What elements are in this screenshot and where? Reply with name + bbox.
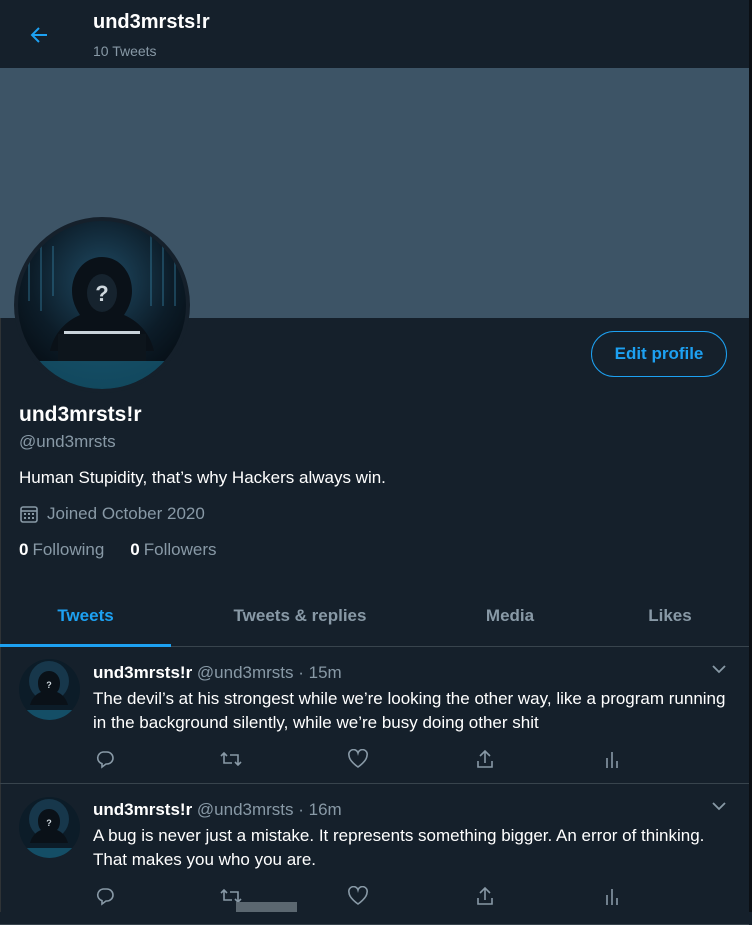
edit-profile-button[interactable]: Edit profile	[591, 331, 727, 377]
follow-stats: 0 Following 0 Followers	[19, 540, 217, 560]
horizontal-scrollbar[interactable]	[236, 902, 297, 912]
tweet-more-button[interactable]	[707, 796, 731, 816]
chevron-down-icon	[712, 802, 726, 811]
profile-handle: @und3mrsts	[19, 432, 116, 451]
tweet-meta: @und3mrsts · 15m	[192, 663, 342, 682]
tweet-more-button[interactable]	[707, 659, 731, 679]
share-button[interactable]	[473, 747, 497, 771]
like-button[interactable]	[346, 747, 370, 771]
tweet-actions	[93, 884, 633, 908]
profile-bio: Human Stupidity, that’s why Hackers alwa…	[19, 468, 386, 487]
analytics-icon	[606, 752, 618, 768]
tweet-text: The devil’s at his strongest while we’re…	[93, 689, 726, 732]
tweet-author-name[interactable]: und3mrsts!r	[93, 800, 192, 819]
tab-media[interactable]: Media	[429, 585, 591, 646]
svg-text:?: ?	[95, 281, 108, 306]
share-button[interactable]	[473, 884, 497, 908]
tweet-author-name[interactable]: und3mrsts!r	[93, 663, 192, 682]
reply-button[interactable]	[93, 747, 117, 771]
tab-tweets-replies[interactable]: Tweets & replies	[171, 585, 429, 646]
following-count: 0	[19, 540, 29, 559]
analytics-button[interactable]	[600, 747, 624, 771]
profile-tabs: Tweets Tweets & replies Media Likes	[0, 585, 749, 647]
retweet-button[interactable]	[219, 747, 243, 771]
tweet-count: 10 Tweets	[93, 43, 157, 59]
tweet-avatar[interactable]: ?	[19, 797, 80, 858]
profile-name: und3mrsts!r	[19, 403, 142, 426]
calendar-icon	[20, 506, 38, 523]
following-link[interactable]: 0 Following	[19, 540, 104, 560]
reply-button[interactable]	[93, 884, 117, 908]
tweet-meta: @und3mrsts · 16m	[192, 800, 342, 819]
reply-icon	[96, 751, 114, 769]
profile-header: und3mrsts!r 10 Tweets	[0, 0, 749, 68]
analytics-button[interactable]	[600, 884, 624, 908]
tab-likes[interactable]: Likes	[591, 585, 749, 646]
svg-text:?: ?	[46, 680, 52, 690]
tweet-avatar[interactable]: ?	[19, 659, 80, 720]
followers-count: 0	[130, 540, 140, 559]
tweet-header: und3mrsts!r @und3mrsts · 16m	[93, 800, 342, 820]
back-button[interactable]	[22, 18, 56, 52]
followers-link[interactable]: 0 Followers	[130, 540, 216, 560]
tweet-item[interactable]: ? und3mrsts!r @und3mrsts · 15m The devil…	[0, 647, 749, 784]
reply-icon	[96, 888, 114, 906]
followers-label: Followers	[143, 540, 217, 559]
header-title: und3mrsts!r	[93, 11, 210, 33]
heart-icon	[348, 886, 368, 905]
following-label: Following	[32, 540, 105, 559]
arrow-left-icon	[30, 27, 47, 43]
share-icon	[477, 749, 493, 768]
tweet-actions	[93, 747, 633, 771]
joined-date: Joined October 2020	[19, 504, 205, 524]
heart-icon	[348, 749, 368, 768]
like-button[interactable]	[346, 884, 370, 908]
tweet-header: und3mrsts!r @und3mrsts · 15m	[93, 663, 342, 683]
tweet-text: A bug is never just a mistake. It repres…	[93, 826, 705, 869]
analytics-icon	[606, 889, 618, 905]
chevron-down-icon	[712, 665, 726, 674]
avatar-image: ?	[18, 221, 186, 389]
tab-tweets[interactable]: Tweets	[0, 585, 171, 646]
profile-avatar[interactable]: ?	[14, 217, 190, 393]
retweet-icon	[220, 751, 242, 767]
svg-text:?: ?	[46, 818, 52, 828]
share-icon	[477, 886, 493, 905]
tweet-item[interactable]: ? und3mrsts!r @und3mrsts · 16m A bug is …	[0, 784, 749, 925]
joined-label: Joined October 2020	[47, 504, 205, 523]
